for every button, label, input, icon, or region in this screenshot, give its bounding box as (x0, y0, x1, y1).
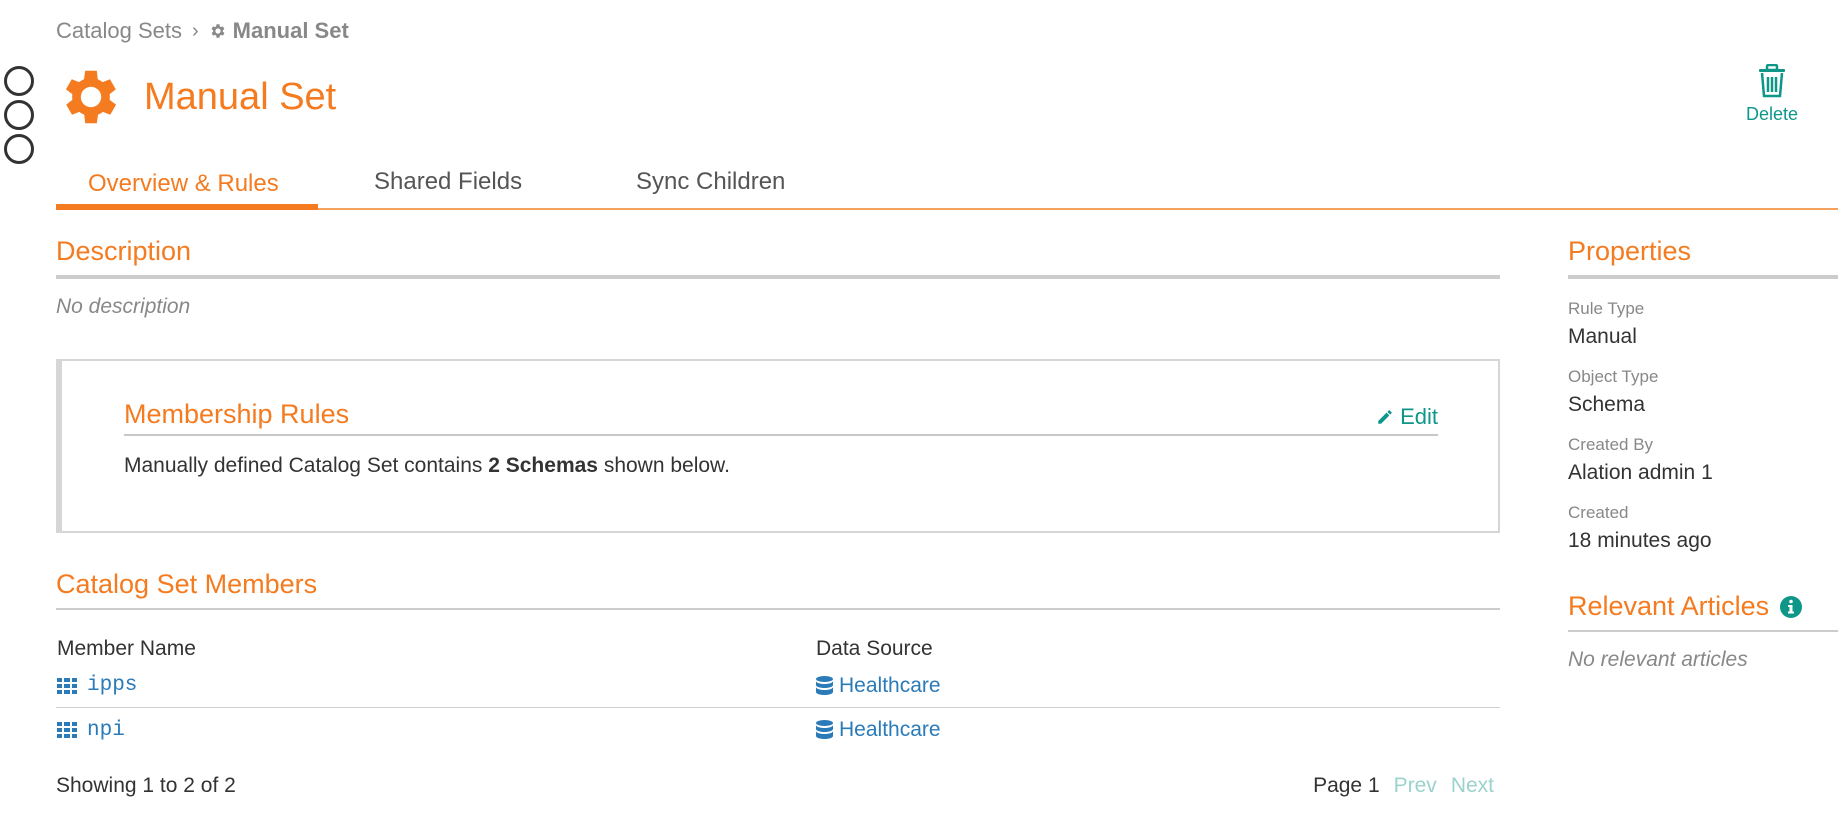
data-source-link[interactable]: Healthcare (839, 718, 941, 742)
membership-rules-title: Membership Rules (124, 399, 350, 429)
showing-count: Showing 1 to 2 of 2 (56, 774, 236, 797)
prev-page-button[interactable]: Prev (1394, 774, 1437, 798)
property-label-object-type: Object Type (1568, 367, 1659, 386)
table-footer: Showing 1 to 2 of 2 Page 1 Prev Next (56, 768, 1500, 798)
members-table: Member Name Data Source ipps Healthcare … (56, 634, 1500, 752)
property-value-object-type: Schema (1568, 393, 1646, 416)
membership-rules-panel: Membership Rules Edit Manually defined C… (56, 359, 1500, 533)
articles-title-row: Relevant Articles (1568, 591, 1838, 632)
property-value-created-by: Alation admin 1 (1568, 461, 1713, 484)
status-circle-green[interactable] (4, 134, 34, 164)
member-name-link[interactable]: ipps (87, 674, 137, 697)
breadcrumb-current: Manual Set (209, 18, 349, 44)
page-title: Manual Set (144, 75, 337, 118)
property-label-created-by: Created By (1568, 435, 1654, 454)
delete-button-label: Delete (1745, 104, 1798, 124)
next-page-button[interactable]: Next (1451, 774, 1494, 798)
rules-text-count: 2 Schemas (488, 454, 598, 477)
status-circle-red[interactable] (4, 66, 34, 96)
description-title: Description (56, 236, 1500, 279)
tab-shared-fields[interactable]: Shared Fields (374, 168, 522, 196)
database-icon (816, 675, 833, 695)
edit-rules-button[interactable]: Edit (1376, 404, 1438, 430)
trash-icon (1758, 64, 1785, 98)
column-header-data-source[interactable]: Data Source (816, 637, 1500, 661)
chevron-right-icon: › (191, 19, 199, 42)
description-text: No description (56, 295, 191, 318)
table-row: ipps Healthcare (56, 664, 1500, 708)
membership-rules-text: Manually defined Catalog Set contains 2 … (124, 454, 1438, 478)
property-label-created: Created (1568, 503, 1629, 522)
articles-empty-text: No relevant articles (1568, 648, 1748, 671)
property-value-rule-type: Manual (1568, 325, 1637, 348)
database-icon (816, 720, 833, 739)
rules-text-prefix: Manually defined Catalog Set contains (124, 454, 489, 477)
table-header: Member Name Data Source (56, 634, 1500, 664)
tab-bar: Overview & Rules Shared Fields Sync Chil… (56, 160, 1838, 210)
rules-text-suffix: shown below. (597, 454, 730, 477)
column-header-member-name[interactable]: Member Name (56, 637, 816, 661)
catalog-set-members: Catalog Set Members Member Name Data Sou… (56, 569, 1500, 798)
page-header: Manual Set (56, 62, 336, 132)
grid-icon (57, 722, 77, 738)
info-icon[interactable] (1779, 595, 1803, 619)
page-number: Page 1 (1313, 774, 1380, 797)
breadcrumb-current-label: Manual Set (232, 18, 349, 43)
articles-title: Relevant Articles (1568, 591, 1770, 621)
table-row: npi Healthcare (56, 708, 1500, 752)
property-value-created: 18 minutes ago (1568, 529, 1712, 552)
tab-sync-children[interactable]: Sync Children (636, 168, 785, 196)
data-source-link[interactable]: Healthcare (839, 674, 941, 698)
gear-icon (211, 24, 225, 38)
delete-button[interactable]: Delete (1746, 64, 1798, 125)
status-indicators (4, 66, 34, 168)
member-name-link[interactable]: npi (87, 719, 125, 742)
grid-icon (57, 677, 77, 694)
edit-label: Edit (1400, 404, 1438, 429)
main-content: Description No description Membership Ru… (56, 236, 1500, 798)
properties-title: Properties (1568, 236, 1838, 279)
tab-overview-rules[interactable]: Overview & Rules (56, 168, 318, 210)
breadcrumb-link-catalog-sets[interactable]: Catalog Sets (56, 18, 182, 44)
properties-sidebar: Properties Rule Type Manual Object Type … (1568, 236, 1838, 672)
property-label-rule-type: Rule Type (1568, 299, 1645, 318)
pagination: Page 1 Prev Next (1313, 774, 1500, 798)
relevant-articles: Relevant Articles No relevant articles (1568, 591, 1838, 672)
status-circle-yellow[interactable] (4, 100, 34, 130)
gear-icon (65, 70, 117, 124)
pencil-icon (1378, 410, 1392, 424)
breadcrumb: Catalog Sets › Manual Set (56, 18, 349, 44)
members-title: Catalog Set Members (56, 569, 1500, 610)
